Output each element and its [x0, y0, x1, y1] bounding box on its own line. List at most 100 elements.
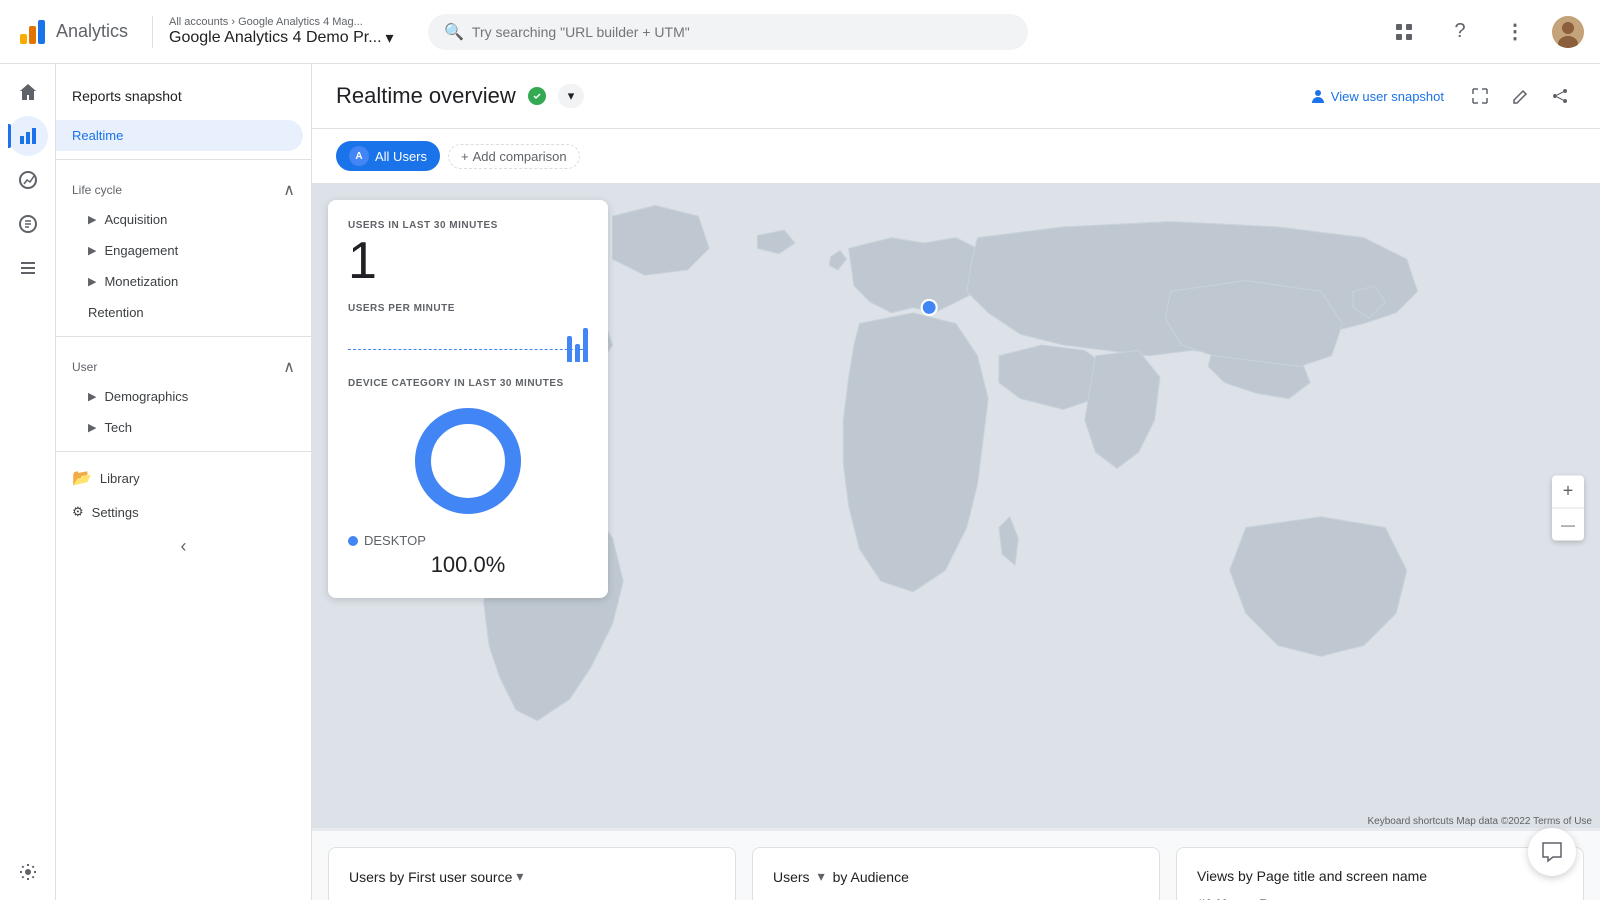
- section-divider-user: [56, 336, 311, 337]
- nav-settings-btn[interactable]: [8, 852, 48, 892]
- all-users-chip[interactable]: A All Users: [336, 141, 440, 171]
- help-icon: ?: [1454, 20, 1465, 43]
- fullscreen-icon: [1471, 87, 1489, 105]
- donut-container: [348, 401, 588, 521]
- nav-home-btn[interactable]: [8, 72, 48, 112]
- lifecycle-section[interactable]: Life cycle ∧: [56, 168, 311, 204]
- nav-reports-btn[interactable]: [8, 116, 48, 156]
- sidebar-item-realtime[interactable]: Realtime: [56, 120, 303, 151]
- search-icon: 🔍: [444, 22, 464, 42]
- audience-card-title: Users ▾ by Audience: [773, 868, 1139, 885]
- avatar-icon: [1552, 16, 1584, 48]
- sidebar-library[interactable]: 📂 Library: [56, 460, 311, 496]
- help-icon-btn[interactable]: ?: [1440, 12, 1480, 52]
- view-user-snapshot-btn[interactable]: View user snapshot: [1297, 81, 1456, 111]
- bar: [575, 344, 580, 362]
- user-avatar[interactable]: [1552, 16, 1584, 48]
- advertising-icon: [18, 214, 38, 234]
- list-icon: [18, 258, 38, 278]
- section-divider-lifecycle: [56, 159, 311, 160]
- share-icon-btn[interactable]: [1544, 80, 1576, 112]
- apps-icon-btn[interactable]: [1384, 12, 1424, 52]
- nav-advertising-btn[interactable]: [8, 204, 48, 244]
- expand-icon-btn[interactable]: [1464, 80, 1496, 112]
- more-vert-icon: ⋮: [1505, 19, 1527, 44]
- settings-gear-icon: ⚙: [72, 504, 84, 520]
- search-bar[interactable]: 🔍: [428, 14, 1028, 50]
- top-header: Analytics All accounts › Google Analytic…: [0, 0, 1600, 64]
- realtime-dropdown[interactable]: ▾: [558, 84, 585, 108]
- page-actions: View user snapshot: [1297, 80, 1576, 112]
- search-input[interactable]: [472, 24, 1012, 40]
- chart-dashed-line: [348, 349, 588, 350]
- sidebar-item-demographics[interactable]: ▶ Demographics: [56, 381, 303, 412]
- bar-chart-icon: [18, 126, 38, 146]
- demographics-chevron-icon: ▶: [88, 390, 96, 403]
- sidebar-item-retention[interactable]: Retention: [56, 297, 303, 328]
- users-per-min-chart: [348, 322, 588, 362]
- user-chip-avatar: A: [349, 146, 369, 166]
- sidebar-title: Reports snapshot: [56, 80, 311, 120]
- sidebar-settings[interactable]: ⚙ Settings: [56, 496, 311, 528]
- user-section[interactable]: User ∧: [56, 345, 311, 381]
- monetization-chevron-icon: ▶: [88, 275, 96, 288]
- donut-chart: [408, 401, 528, 521]
- first-user-source-title: Users by First user source ▾: [349, 868, 715, 885]
- section-divider-bottom: [56, 451, 311, 452]
- collapse-chevron-icon: ‹: [181, 536, 187, 557]
- chat-bubble-btn[interactable]: [1528, 828, 1576, 876]
- title-dropdown-icon[interactable]: ▾: [516, 868, 523, 885]
- person-icon: [1309, 87, 1327, 105]
- chevron-down-icon: ▾: [386, 28, 394, 48]
- page-title-card: Views by Page title and screen name #1 H…: [1176, 847, 1584, 900]
- zoom-in-btn[interactable]: +: [1552, 475, 1584, 507]
- settings-icon: [18, 862, 38, 882]
- users-30min-count: 1: [348, 235, 588, 287]
- card3-rank: #1 Home Page: [1197, 896, 1563, 900]
- sidebar-item-acquisition[interactable]: ▶ Acquisition: [56, 204, 303, 235]
- explore-icon: [18, 170, 38, 190]
- content-area: + — Keyboard shortcuts Map data ©2022 Te…: [312, 184, 1600, 900]
- filter-row: A All Users + Add comparison: [312, 129, 1600, 184]
- sidebar-item-monetization[interactable]: ▶ Monetization: [56, 266, 303, 297]
- more-options-icon-btn[interactable]: ⋮: [1496, 12, 1536, 52]
- lifecycle-chevron-up-icon: ∧: [283, 180, 295, 200]
- user-chevron-up-icon: ∧: [283, 357, 295, 377]
- page-header: Realtime overview ▾: [312, 64, 1600, 129]
- sidebar-item-engagement[interactable]: ▶ Engagement: [56, 235, 303, 266]
- zoom-out-btn[interactable]: —: [1552, 508, 1584, 540]
- breadcrumb: All accounts › Google Analytics 4 Mag...: [169, 16, 396, 28]
- map-controls: + —: [1552, 475, 1584, 540]
- account-selector[interactable]: All accounts › Google Analytics 4 Mag...…: [152, 16, 412, 48]
- first-user-source-card: Users by First user source ▾ #1 - No dat…: [328, 847, 736, 900]
- title-users-dropdown-icon[interactable]: ▾: [818, 868, 825, 885]
- library-icon: 📂: [72, 468, 92, 488]
- nav-configure-btn[interactable]: [8, 248, 48, 288]
- page-title-card-title: Views by Page title and screen name: [1197, 868, 1563, 884]
- app-name: Analytics: [56, 21, 128, 42]
- map-attribution: Keyboard shortcuts Map data ©2022 Terms …: [1367, 816, 1592, 827]
- engagement-chevron-icon: ▶: [88, 244, 96, 257]
- users-per-min-label: USERS PER MINUTE: [348, 303, 588, 314]
- audience-card: Users ▾ by Audience #1 All Users 1 100%: [752, 847, 1160, 900]
- account-name[interactable]: Google Analytics 4 Demo Pr... ▾: [169, 28, 396, 48]
- green-status-icon: [528, 87, 546, 105]
- nav-explore-btn[interactable]: [8, 160, 48, 200]
- chat-icon: [1541, 841, 1563, 863]
- add-comparison-btn[interactable]: + Add comparison: [448, 144, 580, 169]
- status-badge: [528, 87, 546, 105]
- sidebar-collapse-btn[interactable]: ‹: [56, 528, 311, 565]
- sidebar-item-tech[interactable]: ▶ Tech: [56, 412, 303, 443]
- users-30min-label: USERS IN LAST 30 MINUTES: [348, 220, 588, 231]
- desktop-legend-dot: [348, 536, 358, 546]
- bottom-cards: Users by First user source ▾ #1 - No dat…: [312, 831, 1600, 900]
- realtime-label: Realtime: [72, 128, 123, 143]
- dropdown-chevron-icon: ▾: [568, 88, 575, 104]
- donut-legend: DESKTOP: [348, 533, 588, 548]
- edit-icon-btn[interactable]: [1504, 80, 1536, 112]
- check-icon: [532, 91, 542, 101]
- bar: [583, 328, 588, 362]
- device-pct: 100.0%: [348, 552, 588, 578]
- icon-nav: [0, 64, 56, 900]
- main-layout: Reports snapshot Realtime Life cycle ∧ ▶…: [0, 64, 1600, 900]
